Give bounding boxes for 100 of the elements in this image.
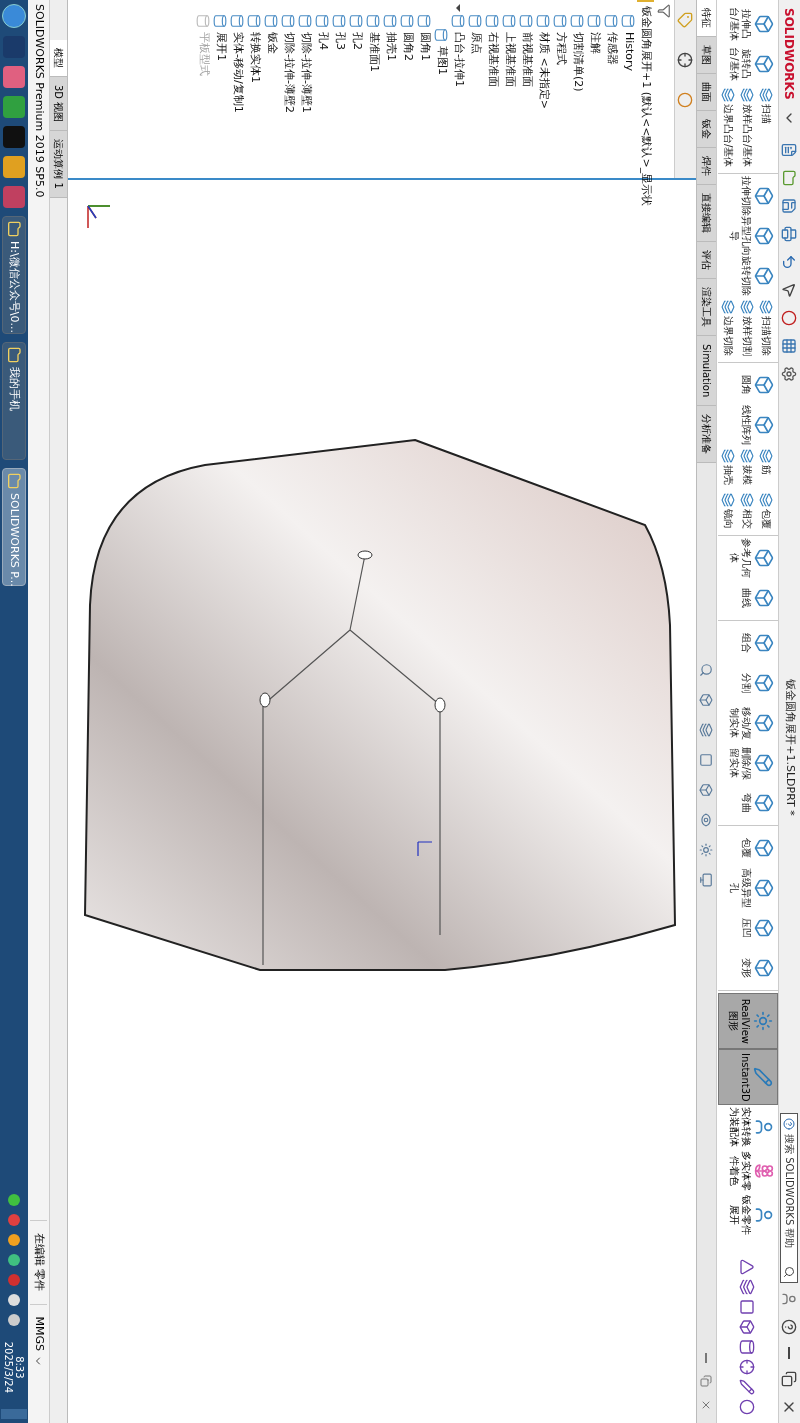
tree-item[interactable]: 孔2 bbox=[348, 14, 365, 50]
model-tab[interactable]: 3D 视图 bbox=[50, 77, 67, 132]
toggle-button[interactable]: RealView 图形 bbox=[718, 993, 778, 1050]
tree-item[interactable]: 凸台-拉伸1 bbox=[450, 14, 467, 87]
ribbon-button[interactable]: 实体转换为装配体 bbox=[718, 1105, 778, 1150]
tab[interactable]: 特征 bbox=[697, 0, 716, 37]
model-tab[interactable]: 运动算例 1 bbox=[50, 131, 67, 198]
ribbon-button[interactable]: 放样切割 bbox=[738, 300, 757, 357]
ribbon-button[interactable]: 包覆 bbox=[718, 828, 778, 869]
feature-icon bbox=[451, 14, 466, 28]
ribbon-button[interactable]: 弯曲 bbox=[718, 783, 778, 824]
tree-item[interactable]: 传感器 bbox=[603, 14, 620, 65]
tab[interactable]: 焊件 bbox=[697, 148, 716, 185]
tab[interactable]: 渲染工具 bbox=[697, 279, 716, 336]
feature-icon bbox=[417, 14, 432, 28]
feature-icon bbox=[332, 14, 347, 28]
tree-item[interactable]: 实体-移动/复制1 bbox=[229, 14, 246, 113]
tree-item[interactable]: 展开1 bbox=[212, 14, 229, 61]
origin-axis-icon bbox=[414, 838, 434, 858]
tree-item[interactable]: 转换实体1 bbox=[246, 14, 263, 83]
ribbon-button[interactable]: 变形 bbox=[718, 948, 778, 989]
search-field[interactable]: 搜索 SOLIDWORKS 帮助 bbox=[780, 1113, 799, 1283]
ribbon-button[interactable]: 边界凸台/基体 bbox=[719, 88, 738, 168]
feature-icon bbox=[740, 493, 755, 508]
ribbon-button[interactable]: 扫描 bbox=[757, 88, 776, 168]
start-button[interactable] bbox=[2, 4, 26, 28]
tab[interactable]: 分析准备 bbox=[697, 406, 716, 464]
taskbar-app-icon[interactable] bbox=[3, 66, 25, 88]
tree-item[interactable]: 圆角1 bbox=[416, 14, 433, 61]
tree-item[interactable]: 草图1 bbox=[433, 28, 450, 75]
clock-date: 2025/3/24 bbox=[3, 1341, 14, 1393]
ribbon-button[interactable]: 镜向 bbox=[719, 493, 738, 530]
ribbon-button[interactable]: 放样凸台/基体 bbox=[738, 88, 757, 168]
ribbon-button[interactable]: 拉伸切除 bbox=[718, 176, 778, 217]
tray-icon[interactable] bbox=[8, 1233, 20, 1246]
ribbon-button[interactable]: 压凹 bbox=[718, 908, 778, 949]
tree-item[interactable]: 切除-拉伸-薄壁1 bbox=[297, 14, 314, 113]
tree-item[interactable]: 孔3 bbox=[331, 14, 348, 50]
taskbar-app-icon[interactable] bbox=[3, 126, 25, 148]
tree-item[interactable]: 右视基准面 bbox=[484, 14, 501, 87]
ribbon-button[interactable]: 相交 bbox=[738, 493, 757, 530]
ribbon-button[interactable]: 多实体零件着色 bbox=[718, 1149, 778, 1194]
ribbon-button[interactable]: 移动/复制实体 bbox=[718, 703, 778, 744]
ribbon-button[interactable]: 边界切除 bbox=[719, 300, 738, 357]
ribbon-button[interactable]: 筋 bbox=[757, 449, 776, 486]
ribbon-button[interactable]: 旋转切除 bbox=[718, 256, 778, 297]
taskbar-app-icon[interactable] bbox=[3, 156, 25, 178]
ribbon-button[interactable]: 删除/保留实体 bbox=[718, 743, 778, 784]
ribbon-button[interactable]: 拔模 bbox=[738, 449, 757, 486]
tray-icon[interactable] bbox=[8, 1313, 20, 1326]
tree-item[interactable]: 切除-拉伸-薄壁2 bbox=[280, 14, 297, 113]
units-dropdown[interactable]: MMGS bbox=[30, 1304, 47, 1379]
tree-item[interactable]: 钣金 bbox=[263, 14, 280, 54]
ribbon-button[interactable]: 扫描切除 bbox=[757, 300, 776, 357]
ribbon-button[interactable]: 钣金零件展开 bbox=[718, 1193, 778, 1238]
ribbon-button[interactable]: 异型孔向导 bbox=[718, 216, 778, 257]
tree-item[interactable]: 孔4 bbox=[314, 14, 331, 50]
ribbon-button[interactable]: 旋转凸台/基体 bbox=[718, 44, 778, 84]
tray-icon[interactable] bbox=[8, 1253, 20, 1266]
tab[interactable]: Simulation bbox=[697, 336, 716, 407]
tree-item[interactable]: 前视基准面 bbox=[518, 14, 535, 87]
tree-item[interactable]: 抽壳1 bbox=[382, 14, 399, 61]
ribbon-button[interactable]: 高级异型孔 bbox=[718, 868, 778, 909]
tab[interactable]: 评估 bbox=[697, 242, 716, 279]
tree-item[interactable]: 上视基准面 bbox=[501, 14, 518, 87]
taskbar-button[interactable]: 我的手机 bbox=[2, 342, 26, 460]
tray-icon[interactable] bbox=[8, 1293, 20, 1306]
ribbon-button[interactable]: 曲线 bbox=[718, 578, 778, 619]
toggle-button[interactable]: Instant3D bbox=[718, 1049, 778, 1106]
ribbon-button[interactable]: 圆角 bbox=[718, 365, 778, 406]
tree-item[interactable]: 材质 <未指定> bbox=[535, 14, 552, 109]
ribbon-button[interactable]: 分割 bbox=[718, 663, 778, 704]
tree-item[interactable]: 基准面1 bbox=[365, 14, 382, 72]
ribbon-button[interactable]: 抽壳 bbox=[719, 449, 738, 486]
tree-item[interactable]: 切割清单(2) bbox=[569, 14, 586, 92]
tray-icon[interactable] bbox=[8, 1193, 20, 1206]
tab[interactable]: 曲面 bbox=[697, 74, 716, 111]
model-tab[interactable]: 模型 bbox=[50, 40, 67, 77]
tree-item[interactable]: 原点 bbox=[467, 14, 484, 54]
taskbar-app-icon[interactable] bbox=[3, 96, 25, 118]
tree-item[interactable]: History bbox=[620, 14, 637, 72]
ribbon-button[interactable]: 拉伸凸台/基体 bbox=[718, 4, 778, 44]
ribbon-button[interactable]: 参考几何体 bbox=[718, 538, 778, 579]
taskbar-button[interactable]: H:\微信公众号\0... bbox=[2, 216, 26, 334]
view-tool-icon bbox=[699, 753, 714, 768]
tree-item[interactable]: 圆角2 bbox=[399, 14, 416, 61]
tab[interactable]: 钣金 bbox=[697, 111, 716, 148]
cube-icon bbox=[754, 14, 774, 34]
taskbar-app-icon[interactable] bbox=[3, 186, 25, 208]
tree-root[interactable]: 钣金圆角展开+1 (默认<<默认>_显示状 bbox=[637, 6, 654, 207]
tree-item[interactable]: 注解 bbox=[586, 14, 603, 54]
tab[interactable]: 直接编辑 bbox=[697, 185, 716, 242]
tab[interactable]: 草图 bbox=[697, 37, 716, 74]
ribbon-button[interactable]: 组合 bbox=[718, 623, 778, 664]
tree-item[interactable]: 方程式 bbox=[552, 14, 569, 65]
pointer-icon bbox=[781, 282, 798, 298]
ribbon-button[interactable]: 包覆 bbox=[757, 493, 776, 530]
taskbar-button[interactable]: SOLIDWORKS P... bbox=[2, 468, 26, 586]
folder-icon bbox=[781, 170, 798, 186]
ribbon-button[interactable]: 线性阵列 bbox=[718, 405, 778, 446]
